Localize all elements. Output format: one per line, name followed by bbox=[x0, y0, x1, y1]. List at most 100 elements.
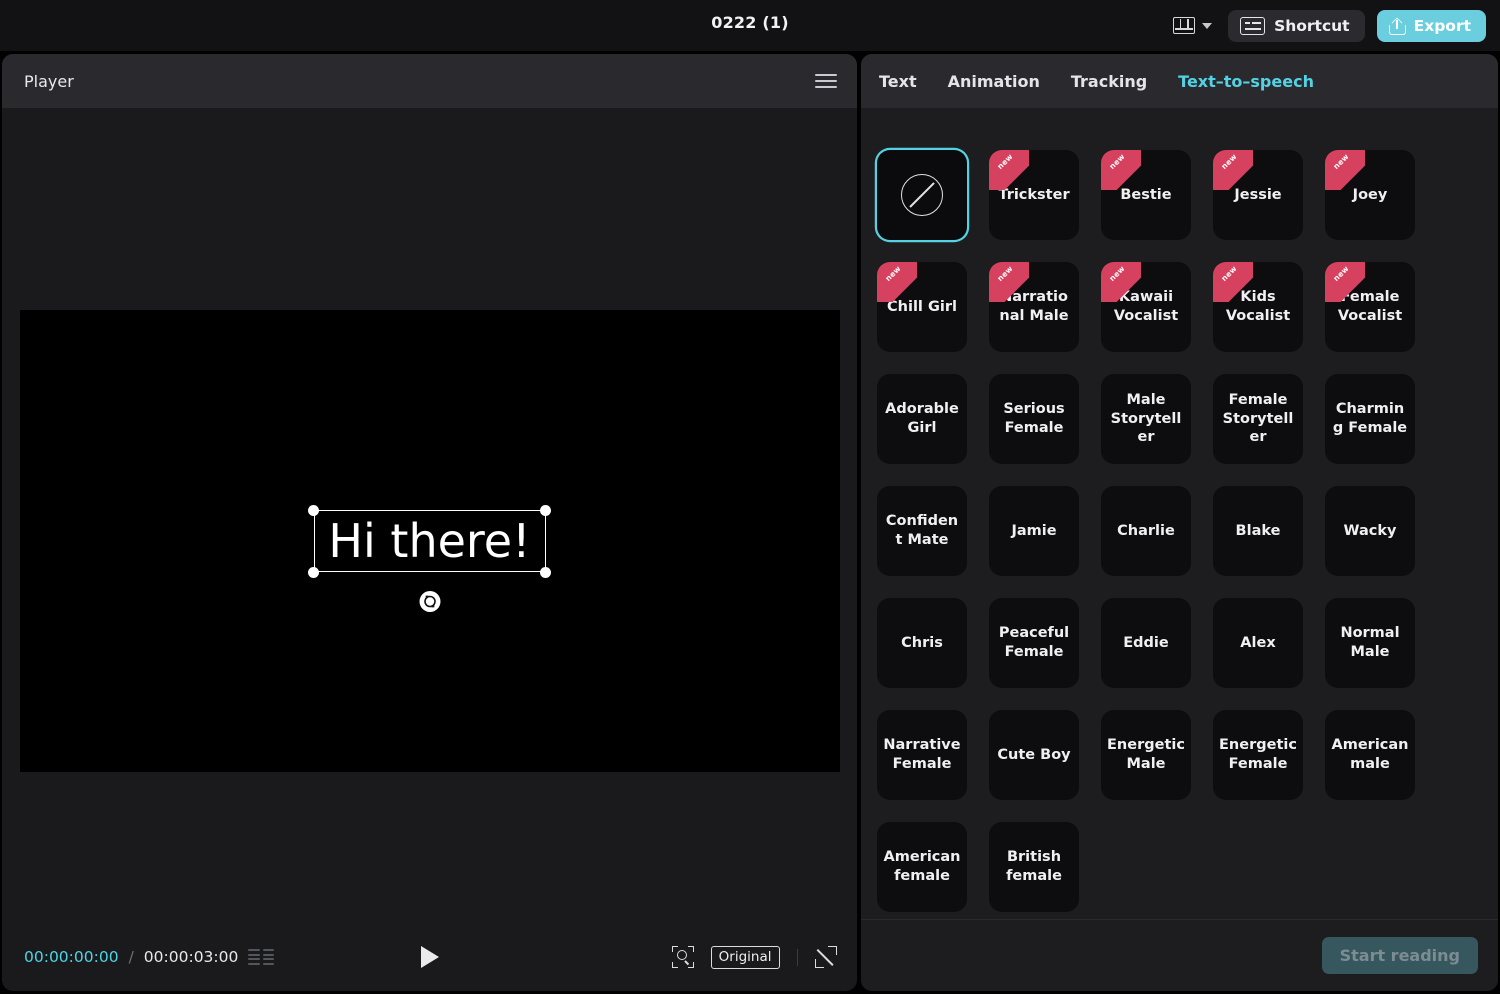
chevron-down-icon bbox=[1202, 22, 1213, 29]
resize-handle-bottom-left[interactable] bbox=[308, 566, 319, 578]
voice-tile-label: Normal Male bbox=[1340, 625, 1400, 660]
new-badge-icon: new bbox=[1101, 150, 1141, 190]
voice-tile-chris[interactable]: Chris bbox=[877, 598, 967, 688]
player-view-controls: Original bbox=[671, 945, 837, 969]
voice-tile-label: Jessie bbox=[1234, 186, 1282, 203]
export-button-label: Export bbox=[1413, 16, 1471, 35]
tab-tracking[interactable]: Tracking bbox=[1071, 72, 1147, 91]
resize-handle-top-left[interactable] bbox=[308, 504, 319, 516]
play-icon[interactable] bbox=[420, 946, 439, 968]
voice-tile-female-vocalist[interactable]: Female Vocalist new bbox=[1325, 262, 1415, 352]
voice-tile-label: Female Storyteller bbox=[1222, 392, 1294, 446]
player-header: Player bbox=[2, 54, 857, 108]
voice-tile-label: Chris bbox=[901, 634, 943, 651]
voice-tile-label: British female bbox=[1006, 849, 1062, 884]
list-view-icon[interactable] bbox=[248, 949, 275, 965]
fullscreen-icon[interactable] bbox=[815, 946, 837, 968]
divider bbox=[796, 948, 798, 966]
selected-text-object[interactable]: Hi there! bbox=[308, 504, 551, 612]
voice-tile-alex[interactable]: Alex bbox=[1213, 598, 1303, 688]
voice-tile-energetic-female[interactable]: Energetic Female bbox=[1213, 710, 1303, 800]
voice-tile-adorable-girl[interactable]: Adorable Girl bbox=[877, 374, 967, 464]
new-badge-icon: new bbox=[1325, 150, 1365, 190]
tab-animation[interactable]: Animation bbox=[948, 72, 1040, 91]
new-badge-icon: new bbox=[989, 150, 1029, 190]
voice-tile-kawaii-vocalist[interactable]: Kawaii Vocalist new bbox=[1101, 262, 1191, 352]
layout-panel-icon bbox=[1173, 17, 1196, 34]
new-badge-label: new bbox=[1107, 151, 1127, 172]
voice-tile-kids-vocalist[interactable]: Kids Vocalist new bbox=[1213, 262, 1303, 352]
voice-tile-label: Adorable Girl bbox=[885, 401, 959, 436]
voice-tile-trickster[interactable]: Trickster new bbox=[989, 150, 1079, 240]
voice-tile-jessie[interactable]: Jessie new bbox=[1213, 150, 1303, 240]
timecode-group: 00:00:00:00 / 00:00:03:00 bbox=[24, 948, 275, 966]
voice-tile-cute-boy[interactable]: Cute Boy bbox=[989, 710, 1079, 800]
player-stage: Hi there! bbox=[2, 108, 857, 974]
new-badge-icon: new bbox=[877, 262, 917, 302]
voice-tile-label: American female bbox=[883, 849, 961, 884]
voice-tile-label: Blake bbox=[1235, 522, 1281, 539]
player-title: Player bbox=[24, 71, 74, 91]
voice-tile-chill-girl[interactable]: Chill Girl new bbox=[877, 262, 967, 352]
voice-tile-peaceful-female[interactable]: Peaceful Female bbox=[989, 598, 1079, 688]
voice-tile-energetic-male[interactable]: Energetic Male bbox=[1101, 710, 1191, 800]
resize-handle-top-right[interactable] bbox=[540, 504, 551, 516]
new-badge-label: new bbox=[995, 151, 1015, 172]
voice-tile-label: Trickster bbox=[998, 186, 1070, 203]
zoom-to-fit-icon[interactable] bbox=[671, 946, 694, 968]
shortcut-button[interactable]: Shortcut bbox=[1228, 9, 1365, 42]
voice-tile-label: American male bbox=[1331, 737, 1409, 772]
voice-tile-charlie[interactable]: Charlie bbox=[1101, 486, 1191, 576]
voice-tile-normal-male[interactable]: Normal Male bbox=[1325, 598, 1415, 688]
voice-tile-label: Narrational Male bbox=[999, 289, 1069, 324]
voice-tile-narrative-female[interactable]: Narrative Female bbox=[877, 710, 967, 800]
canvas-text-label: Hi there! bbox=[328, 514, 531, 568]
new-badge-label: new bbox=[1219, 263, 1239, 284]
voice-tile-label: Cute Boy bbox=[997, 746, 1071, 763]
voice-tile-wacky[interactable]: Wacky bbox=[1325, 486, 1415, 576]
original-scale-button[interactable]: Original bbox=[710, 945, 780, 969]
voice-tile-female-storyteller[interactable]: Female Storyteller bbox=[1213, 374, 1303, 464]
video-canvas[interactable]: Hi there! bbox=[19, 310, 840, 772]
player-panel: Player Hi there! 00:00:00:00 / 00:00:03:… bbox=[2, 54, 857, 991]
current-timecode[interactable]: 00:00:00:00 bbox=[24, 948, 119, 966]
voice-tile-joey[interactable]: Joey new bbox=[1325, 150, 1415, 240]
voice-tile-label: Female Vocalist bbox=[1337, 289, 1403, 324]
voice-tile-narrational-male[interactable]: Narrational Male new bbox=[989, 262, 1079, 352]
voice-tile-american-female[interactable]: American female bbox=[877, 822, 967, 912]
total-timecode: 00:00:03:00 bbox=[143, 948, 239, 966]
timecode-separator: / bbox=[128, 948, 134, 966]
voice-tile-eddie[interactable]: Eddie bbox=[1101, 598, 1191, 688]
export-button[interactable]: Export bbox=[1376, 9, 1486, 42]
voice-tile-serious-female[interactable]: Serious Female bbox=[989, 374, 1079, 464]
tab-text[interactable]: Text bbox=[879, 72, 917, 91]
voice-grid: Trickster new Bestie new Jessie new Joey new Chi… bbox=[877, 150, 1498, 912]
voice-tile-jamie[interactable]: Jamie bbox=[989, 486, 1079, 576]
voice-tile-label: Peaceful Female bbox=[998, 625, 1070, 660]
rotate-handle-icon[interactable] bbox=[419, 591, 440, 612]
voice-tile-british-female[interactable]: British female bbox=[989, 822, 1079, 912]
voice-tile-label: Chill Girl bbox=[887, 298, 957, 315]
voice-tile-label: Jamie bbox=[1011, 522, 1057, 539]
hamburger-menu-icon[interactable] bbox=[815, 73, 837, 89]
voice-tile-label: Kids Vocalist bbox=[1225, 289, 1291, 324]
voice-tile-american-male[interactable]: American male bbox=[1325, 710, 1415, 800]
voice-tile-bestie[interactable]: Bestie new bbox=[1101, 150, 1191, 240]
voice-tile-label: Eddie bbox=[1123, 634, 1169, 651]
voice-tile-label: Wacky bbox=[1343, 522, 1397, 539]
layout-switcher-button[interactable] bbox=[1169, 13, 1216, 38]
tab-text-to-speech[interactable]: Text–to–speech bbox=[1178, 72, 1314, 91]
voice-tile-none[interactable] bbox=[877, 150, 967, 240]
new-badge-icon: new bbox=[1213, 150, 1253, 190]
voice-tile-label: Male Storyteller bbox=[1110, 392, 1182, 446]
start-reading-button[interactable]: Start reading bbox=[1321, 937, 1478, 974]
voice-tile-label: Serious Female bbox=[1003, 401, 1065, 436]
resize-handle-bottom-right[interactable] bbox=[540, 566, 551, 578]
voice-tile-label: Alex bbox=[1240, 634, 1276, 651]
voice-tile-male-storyteller[interactable]: Male Storyteller bbox=[1101, 374, 1191, 464]
no-voice-icon bbox=[901, 174, 943, 216]
voice-tile-charming-female[interactable]: Charming Female bbox=[1325, 374, 1415, 464]
voice-tile-confident-mate[interactable]: Confident Mate bbox=[877, 486, 967, 576]
voice-tile-label: Joey bbox=[1352, 186, 1388, 203]
voice-tile-blake[interactable]: Blake bbox=[1213, 486, 1303, 576]
